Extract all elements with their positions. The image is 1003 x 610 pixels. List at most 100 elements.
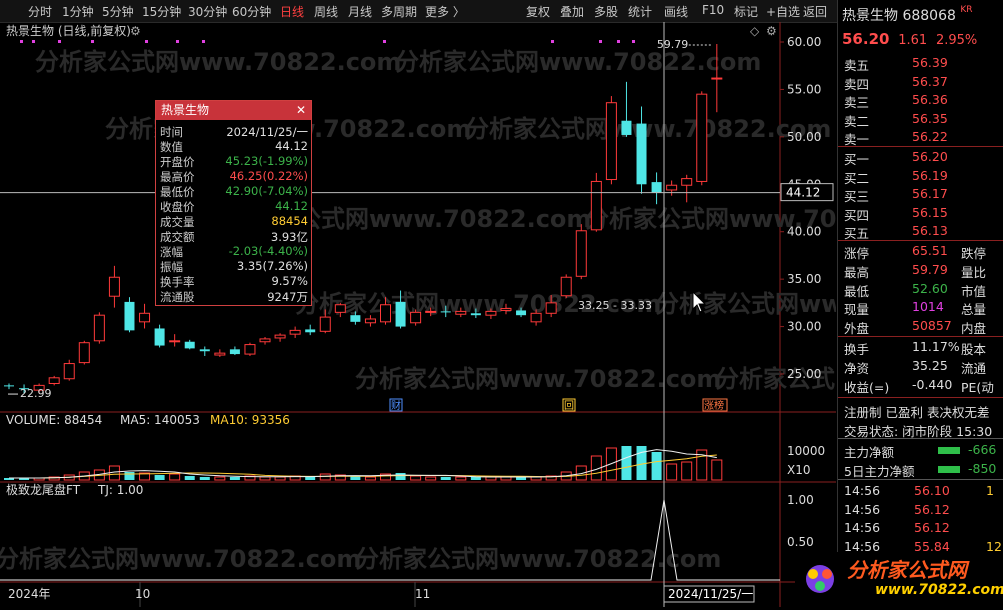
- candle-body: [470, 313, 481, 316]
- volume-bar: [364, 476, 376, 481]
- stat-value: 52.60: [912, 280, 948, 296]
- gear-icon: ⚙: [766, 24, 777, 38]
- candle-body: [590, 180, 602, 231]
- ma5-label: MA5: 140053: [120, 413, 200, 427]
- stat-label-2: 总量: [961, 302, 987, 318]
- period-tab[interactable]: 更多 〉: [425, 3, 465, 20]
- signal-marker: [20, 40, 23, 43]
- toolbar-button[interactable]: 返回: [803, 3, 827, 20]
- bid-row: 买二 56.19: [838, 167, 1003, 186]
- period-tab[interactable]: 60分钟: [232, 3, 271, 20]
- period-tab[interactable]: 多周期: [381, 3, 417, 20]
- bid-row: 买一 56.20: [838, 148, 1003, 167]
- toolbar-button[interactable]: 统计: [628, 3, 652, 20]
- candle-body: [711, 77, 723, 80]
- volume-bar: [395, 473, 406, 480]
- volume-bar: [154, 475, 165, 480]
- ask-price: 56.35: [912, 110, 948, 126]
- toolbar-button[interactable]: 复权: [526, 3, 550, 20]
- site-logo: 分析家公式网 www.70822.com: [795, 552, 1003, 607]
- candle-body: [621, 120, 632, 135]
- popup-row: 换手率 9.57%: [156, 273, 311, 289]
- popup-row-label: 流通股: [160, 290, 195, 304]
- price-tick-label: 60.00: [787, 35, 821, 49]
- toolbar-button[interactable]: 画线: [664, 3, 688, 20]
- volume-bar: [455, 476, 467, 481]
- ask-label: 卖三: [844, 95, 870, 110]
- period-tab[interactable]: 30分钟: [188, 3, 227, 20]
- bid-row: 买五 56.13: [838, 222, 1003, 241]
- period-tab[interactable]: 1分钟: [62, 3, 94, 20]
- stat-label-2: PE(动: [961, 379, 994, 395]
- candle-body: [4, 385, 14, 387]
- tick-row: 14:56 56.10 1: [838, 482, 1003, 501]
- popup-row-value: -2.03(-4.40%): [228, 244, 308, 258]
- stat-label: 收益(=): [844, 379, 890, 395]
- toolbar-button[interactable]: 多股: [594, 3, 618, 20]
- volume-bar: [305, 477, 316, 480]
- popup-row: 开盘价 45.23(-1.99%): [156, 153, 311, 169]
- bar-info-popup: 热景生物 ✕ 时间 2024/11/25/一 数值 44.12 开盘价 45.23(-1.…: [155, 100, 312, 306]
- indicator-label: 极致龙尾盘FT: [6, 482, 81, 497]
- close-icon[interactable]: ✕: [296, 101, 306, 120]
- bid-price: 56.15: [912, 204, 948, 220]
- date-label: 11: [415, 587, 430, 601]
- price-tick-label: 35.00: [787, 272, 821, 286]
- popup-row-value: 46.25(0.22%): [229, 169, 308, 183]
- chart-area[interactable]: 分析家公式网www.70822.com 分析家公式网www.70822.com 分析…: [0, 22, 1003, 607]
- tick-volume: 1: [986, 483, 994, 498]
- toolbar-button[interactable]: 叠加: [560, 3, 584, 20]
- toolbar-button[interactable]: F10: [702, 3, 724, 17]
- candle-body: [334, 304, 346, 313]
- listing-info: 注册制 已盈利 表决权无差: [844, 405, 990, 420]
- toolbar-button[interactable]: 标记: [734, 3, 758, 20]
- bid-label: 买一: [844, 152, 870, 167]
- popup-header: 热景生物 ✕: [156, 101, 311, 120]
- candle-body: [575, 230, 587, 277]
- chart-title: 热景生物 (日线,前复权): [6, 23, 131, 38]
- watermark-text: 分析家公式网www.70822.com: [465, 115, 831, 143]
- stat-label-2: 量比: [961, 264, 987, 280]
- flow-row: 5日主力净额 -850: [838, 460, 1003, 479]
- watermark-text: 分析家公式网www.70822.com: [35, 48, 401, 76]
- candle-body: [169, 340, 181, 343]
- candle-body: [199, 349, 210, 352]
- stat-row: 最低 52.60 市值: [838, 280, 1003, 299]
- stock-code: 688068: [902, 8, 956, 24]
- watermark-text: 分析家公式网www.70822.com: [655, 290, 836, 318]
- ask-label: 卖四: [844, 76, 870, 92]
- flow-bar: [938, 466, 960, 473]
- period-tab[interactable]: 月线: [348, 3, 372, 20]
- watermark-text: 分析家公式网www.70822.com: [355, 365, 721, 393]
- price-tick-label: 50.00: [787, 130, 821, 144]
- candle-body: [380, 304, 391, 323]
- candle-body: [605, 102, 617, 181]
- candle-body: [350, 315, 361, 322]
- popup-row: 最高价 46.25(0.22%): [156, 168, 311, 184]
- candle-body: [560, 276, 572, 297]
- kline-chart[interactable]: 分析家公式网www.70822.com 分析家公式网www.70822.com 分析…: [0, 22, 1003, 607]
- stat-label-2: 股本: [961, 342, 987, 357]
- bid-label: 买三: [844, 189, 870, 204]
- stat-label-2: 市值: [961, 283, 987, 299]
- stat-row: 最高 59.79 量比: [838, 261, 1003, 280]
- period-tab[interactable]: 周线: [314, 3, 338, 20]
- popup-row-value: 45.23(-1.99%): [225, 154, 308, 168]
- last-price: 56.20: [842, 30, 890, 48]
- crosshair-price: 44.12: [786, 186, 820, 200]
- period-tab[interactable]: 15分钟: [142, 3, 181, 20]
- period-tab[interactable]: 日线: [280, 3, 304, 20]
- bid-price: 56.20: [912, 149, 948, 164]
- period-tab[interactable]: 分时: [28, 3, 52, 20]
- candle-body: [274, 334, 286, 339]
- volume-bar: [229, 477, 240, 480]
- candle-body: [530, 312, 542, 323]
- quote-panel: 热景生物 688068 KR 56.20 1.61 2.95% 卖五 56.39 卖…: [837, 0, 1003, 607]
- popup-row: 时间 2024/11/25/一: [156, 123, 311, 139]
- popup-row-value: 88454: [271, 214, 308, 228]
- event-badge-label: 财: [391, 399, 401, 412]
- toolbar-button[interactable]: +自选: [766, 3, 800, 20]
- period-tab[interactable]: 5分钟: [102, 3, 134, 20]
- candle-body: [154, 328, 165, 346]
- price-tick-label: 25.00: [787, 367, 821, 381]
